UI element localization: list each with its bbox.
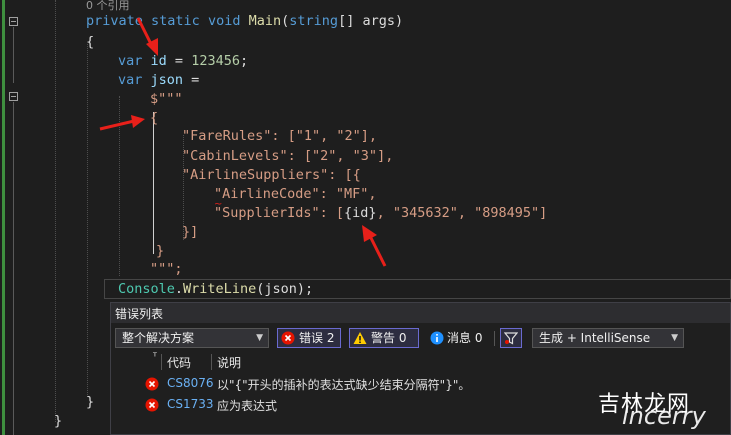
annotation-arrow-id xyxy=(136,17,158,56)
code-line-var-json: var json = xyxy=(118,72,200,88)
error-squiggle: ~ xyxy=(214,199,223,210)
chevron-down-icon: ▼ xyxy=(256,333,263,343)
error-list-column-headers: ᵀ 代码 说明 xyxy=(111,352,730,372)
warning-icon xyxy=(353,332,367,344)
error-list-titlebar xyxy=(111,303,730,323)
code-line-airline-suppliers: "AirlineSuppliers": [{ xyxy=(182,167,361,183)
fold-line xyxy=(13,27,14,83)
filter-toggle-button[interactable] xyxy=(500,328,522,348)
error-code-link[interactable]: CS8076 xyxy=(167,376,214,390)
indent-guide xyxy=(55,0,56,422)
code-line-supplier-ids: "SupplierIds": [{id}, "345632", "898495"… xyxy=(214,205,548,221)
chevron-down-icon: ▼ xyxy=(671,333,678,343)
sort-column-indicator[interactable]: ᵀ xyxy=(153,352,157,363)
column-header-description[interactable]: 说明 xyxy=(217,354,241,371)
error-description: 应为表达式 xyxy=(217,399,278,413)
toolbar-separator xyxy=(494,331,495,346)
code-line-raw-close: """; xyxy=(150,261,183,277)
errors-filter-button[interactable]: 错误 2 xyxy=(277,328,341,348)
code-line-cabin-levels: "CabinLevels": ["2", "3"], xyxy=(182,148,394,164)
build-filter-dropdown[interactable]: 生成 + IntelliSense ▼ xyxy=(532,328,684,348)
watermark-logo-text: lncerry xyxy=(622,402,706,430)
error-icon xyxy=(281,331,295,345)
warnings-filter-button[interactable]: 警告 0 xyxy=(349,328,419,348)
column-header-code[interactable]: 代码 xyxy=(167,354,191,371)
error-code-link[interactable]: CS1733 xyxy=(167,397,214,411)
code-line-json-open-brace: { xyxy=(150,110,159,126)
code-line-raw-open: $""" xyxy=(150,91,183,107)
annotation-arrow-placeholder xyxy=(362,225,387,267)
indent-guide xyxy=(87,44,88,397)
code-line-fare-rules: "FareRules": ["1", "2"], xyxy=(182,128,378,144)
raw-string-indent-guide xyxy=(153,112,154,254)
code-line-close-method: } xyxy=(86,394,95,410)
code-line-close-array: }] xyxy=(182,224,199,240)
collapse-toggle-main[interactable] xyxy=(9,17,18,26)
error-icon xyxy=(145,398,159,412)
column-separator xyxy=(161,354,162,370)
code-line-open-brace: { xyxy=(86,34,95,50)
error-list-title: 错误列表 xyxy=(115,307,164,321)
scope-dropdown[interactable]: 整个解决方案 ▼ xyxy=(115,328,269,348)
filter-icon xyxy=(504,332,518,345)
code-line-json-close-brace: } xyxy=(156,243,165,259)
error-list-toolbar: 整个解决方案 ▼ 错误 2 警告 0 消息 0 生成 + IntelliSense… xyxy=(111,325,730,351)
code-line-close-class: } xyxy=(54,413,63,429)
error-icon xyxy=(145,377,159,391)
annotation-arrow-brace xyxy=(99,115,145,131)
fold-line xyxy=(13,102,14,435)
editor-gutter xyxy=(0,0,34,435)
error-description: 以"{"开头的插补的表达式缺少结束分隔符"}"。 xyxy=(217,378,471,392)
change-indicator-bar xyxy=(2,0,5,435)
code-line-airline-code: "AirlineCode": "MF", xyxy=(214,186,377,202)
collapse-toggle-json[interactable] xyxy=(9,92,18,101)
info-icon xyxy=(430,331,444,345)
code-line-console-writeline: Console.WriteLine(json); xyxy=(118,281,314,297)
column-separator xyxy=(211,354,212,370)
